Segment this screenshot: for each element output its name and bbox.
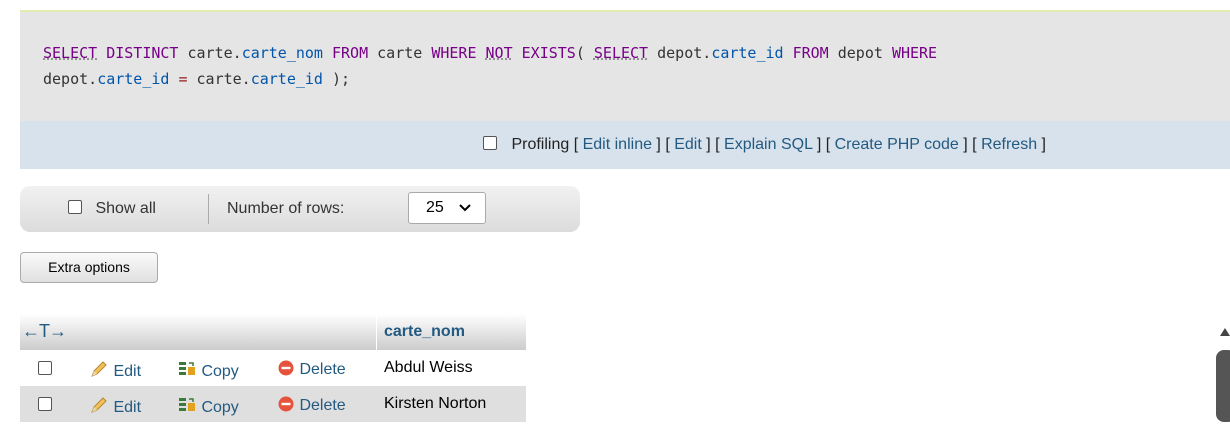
sql-token: NOT <box>485 44 513 62</box>
pencil-icon <box>89 361 109 380</box>
nav-divider <box>208 194 209 224</box>
bracket: ] <box>651 136 661 153</box>
bracket: ] <box>701 136 711 153</box>
sql-token: WHERE <box>431 44 477 62</box>
delete-row-link[interactable]: Delete <box>277 359 346 379</box>
bracket: [ <box>573 136 583 153</box>
sql-token: carte_id <box>250 70 323 88</box>
copy-row-link[interactable]: Copy <box>177 395 239 417</box>
edit-row-link[interactable]: Edit <box>89 359 141 381</box>
extra-options-button[interactable]: Extra options <box>20 252 158 283</box>
table-row: Edit Copy Delete Kirsten Norton <box>20 386 526 422</box>
cell-carte-nom[interactable]: Abdul Weiss <box>384 359 473 377</box>
copy-row-icon <box>177 362 197 380</box>
rows-select-value: 25 <box>426 199 444 216</box>
row-checkbox[interactable] <box>38 397 52 411</box>
profiling-label: Profiling <box>511 136 570 153</box>
sql-token: ); <box>322 70 351 88</box>
delete-icon <box>277 360 295 378</box>
results-table: ←T→ carte_nom Edit Copy Delete Abdul Wei… <box>20 314 526 422</box>
bracket: [ <box>821 136 835 153</box>
copy-row-link[interactable]: Copy <box>177 359 239 381</box>
delete-icon <box>277 396 295 414</box>
bracket: [ <box>710 136 725 153</box>
scrollbar-thumb[interactable] <box>1216 350 1230 422</box>
pencil-icon <box>89 397 109 416</box>
show-all-label: Show all <box>95 200 156 217</box>
bracket: [ <box>660 136 675 153</box>
edit-row-link[interactable]: Edit <box>89 395 141 417</box>
bracket: [ <box>967 136 982 153</box>
table-row: Edit Copy Delete Abdul Weiss <box>20 350 526 386</box>
delete-label: Delete <box>299 397 346 414</box>
bracket: ] <box>1037 136 1046 153</box>
column-sort-arrows[interactable]: ←T→ <box>22 321 67 342</box>
copy-label: Copy <box>201 363 239 380</box>
sql-token: FROM <box>332 44 369 62</box>
number-of-rows-label: Number of rows: <box>227 200 345 217</box>
sql-query-text[interactable]: SELECT DISTINCT carte.carte_nom FROM car… <box>43 40 1230 92</box>
edit-label: Edit <box>113 399 142 416</box>
phpmyadmin-query-results: SELECT DISTINCT carte.carte_nom FROM car… <box>0 0 1230 442</box>
cell-carte-nom[interactable]: Kirsten Norton <box>384 395 486 413</box>
tool-link[interactable]: Create PHP code <box>835 136 959 153</box>
header-divider <box>376 314 377 350</box>
navigation-bar: Show all Number of rows: 25 <box>20 186 580 232</box>
bracket: ] <box>958 136 968 153</box>
sql-token: carte_id <box>711 44 784 62</box>
tool-link[interactable]: Refresh <box>981 136 1037 153</box>
query-tools-bar: Profiling [ Edit inline ] [ Edit ] [ Exp… <box>20 121 1230 169</box>
sql-token: DISTINCT <box>106 44 179 62</box>
profiling-checkbox[interactable] <box>483 136 497 150</box>
sql-token: = <box>178 70 188 88</box>
tool-links: [ Edit inline ] [ Edit ] [ Explain SQL ]… <box>574 136 1046 153</box>
table-header: ←T→ carte_nom <box>20 314 526 350</box>
sql-line-2: depot.carte_id = carte.carte_id ); <box>43 66 1230 92</box>
sql-token: SELECT <box>593 44 649 62</box>
sql-token: carte_nom <box>241 44 323 62</box>
delete-label: Delete <box>299 361 346 378</box>
sql-token: depot. <box>648 44 712 62</box>
sql-token: carte_id <box>97 70 170 88</box>
row-checkbox[interactable] <box>38 361 52 375</box>
sql-token: carte <box>368 44 432 62</box>
sql-line-1: SELECT DISTINCT carte.carte_nom FROM car… <box>43 40 1230 66</box>
show-all-toggle[interactable]: Show all <box>68 200 156 218</box>
sql-token: depot <box>828 44 892 62</box>
sql-token: ( <box>575 44 594 62</box>
sql-token: FROM <box>792 44 829 62</box>
scroll-up-arrow-icon[interactable] <box>1220 328 1230 336</box>
sql-token: WHERE <box>891 44 938 62</box>
number-of-rows-select[interactable]: 25 <box>408 192 486 224</box>
copy-label: Copy <box>201 399 239 416</box>
sql-token: SELECT <box>43 44 98 62</box>
column-header-carte-nom[interactable]: carte_nom <box>384 323 465 341</box>
delete-row-link[interactable]: Delete <box>277 395 346 415</box>
tool-link[interactable]: Edit inline <box>583 136 652 153</box>
tool-link[interactable]: Explain SQL <box>724 136 812 153</box>
bracket: ] <box>812 136 822 153</box>
edit-label: Edit <box>113 363 142 380</box>
sql-token: carte. <box>187 70 251 88</box>
chevron-down-icon <box>459 197 471 220</box>
copy-row-icon <box>177 398 197 416</box>
sql-token: EXISTS <box>521 44 576 62</box>
sql-query-box: SELECT DISTINCT carte.carte_nom FROM car… <box>20 10 1230 121</box>
show-all-checkbox[interactable] <box>68 200 82 214</box>
sql-token: carte. <box>178 44 242 62</box>
sql-token: depot. <box>43 70 98 88</box>
query-tools: Profiling [ Edit inline ] [ Edit ] [ Exp… <box>483 136 1046 154</box>
tool-link[interactable]: Edit <box>674 136 702 153</box>
